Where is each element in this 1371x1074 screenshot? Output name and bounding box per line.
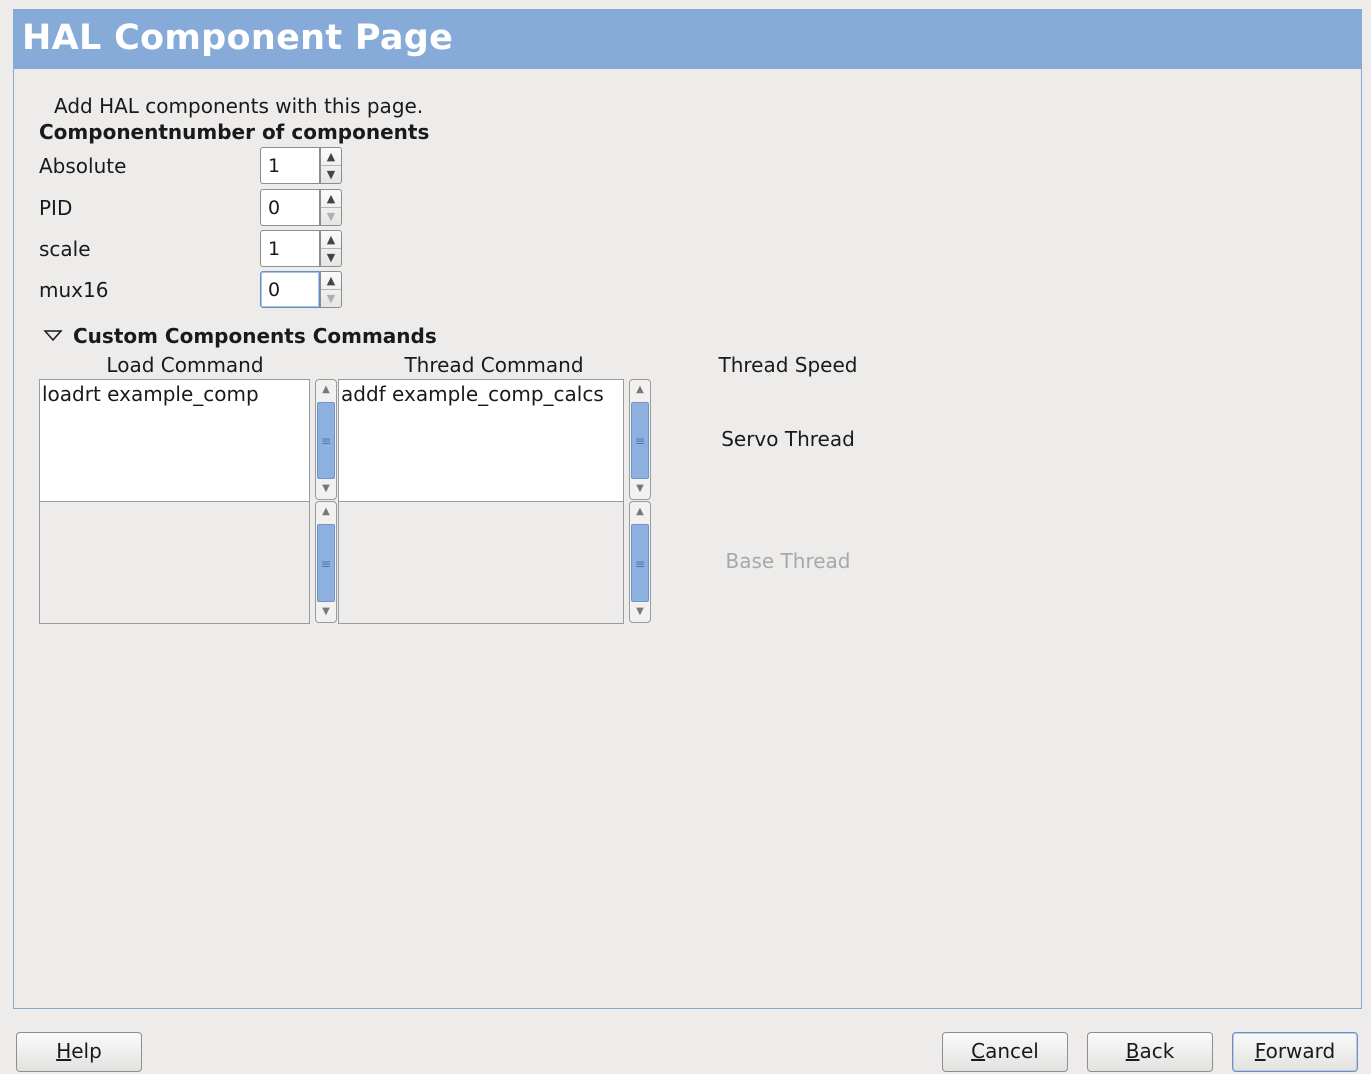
decrement-icon[interactable]: ▼ [321, 208, 341, 225]
scroll-down-icon: ▼ [636, 606, 644, 617]
thread-speed-header: Thread Speed [718, 353, 858, 377]
thread-command-header: Thread Command [404, 353, 584, 377]
scroll-up-icon[interactable]: ▲ [316, 380, 336, 400]
servo-thread-command-textview[interactable]: addf example_comp_calcs [338, 379, 624, 502]
scrollbar-thumb[interactable]: ≡ [317, 402, 335, 479]
scroll-up-icon: ▲ [636, 506, 644, 517]
increment-icon[interactable]: ▲ [321, 190, 341, 208]
back-button[interactable]: Back [1087, 1032, 1213, 1072]
cancel-button[interactable]: Cancel [942, 1032, 1068, 1072]
absolute-label: Absolute [39, 154, 127, 178]
help-button[interactable]: Help [16, 1032, 142, 1072]
absolute-count-field[interactable]: 1 [260, 147, 320, 184]
help-mnemonic: H [56, 1039, 72, 1063]
pid-label: PID [39, 196, 73, 220]
load-command-header: Load Command [106, 353, 264, 377]
expander-arrow-icon[interactable] [43, 326, 63, 346]
scroll-down-icon[interactable]: ▼ [630, 479, 650, 499]
back-mnemonic: B [1125, 1039, 1140, 1063]
servo-thread-label: Servo Thread [721, 427, 855, 451]
forward-mnemonic: F [1254, 1039, 1266, 1063]
base-thread-scrollbar: ▲ ≡ ▼ [629, 501, 651, 623]
decrement-icon[interactable]: ▼ [321, 290, 341, 307]
help-label: elp [71, 1039, 102, 1063]
components-column-header: Componentnumber of components [39, 120, 430, 144]
scale-label: scale [39, 237, 91, 261]
scale-count-field[interactable]: 1 [260, 230, 320, 267]
increment-icon[interactable]: ▲ [321, 272, 341, 290]
scroll-down-icon: ▼ [322, 606, 330, 617]
page-description: Add HAL components with this page. [54, 94, 424, 118]
pid-count-field[interactable]: 0 [260, 189, 320, 226]
scrollbar-thumb[interactable]: ≡ [631, 402, 649, 479]
scroll-down-icon[interactable]: ▼ [316, 479, 336, 499]
servo-load-scrollbar[interactable]: ▲ ≡ ▼ [315, 379, 337, 500]
mux16-spinbutton[interactable]: 0 ▲ ▼ [260, 271, 343, 310]
back-label: ack [1139, 1039, 1175, 1063]
custom-commands-expander[interactable]: Custom Components Commands [73, 324, 437, 348]
base-thread-label: Base Thread [725, 549, 851, 573]
base-thread-command-textview [338, 501, 624, 624]
forward-label: orward [1265, 1039, 1336, 1063]
mux16-label: mux16 [39, 278, 109, 302]
cancel-label: ancel [985, 1039, 1039, 1063]
absolute-spinbutton[interactable]: 1 ▲ ▼ [260, 147, 343, 186]
scrollbar-thumb: ≡ [317, 524, 335, 602]
scroll-up-icon: ▲ [322, 506, 330, 517]
servo-load-command-textview[interactable]: loadrt example_comp [39, 379, 310, 502]
base-load-scrollbar: ▲ ≡ ▼ [315, 501, 337, 623]
pid-spinbutton[interactable]: 0 ▲ ▼ [260, 189, 343, 228]
increment-icon[interactable]: ▲ [321, 148, 341, 166]
mux16-count-field[interactable]: 0 [260, 271, 320, 308]
decrement-icon[interactable]: ▼ [321, 249, 341, 266]
base-load-command-textview [39, 501, 310, 624]
scale-spinbutton[interactable]: 1 ▲ ▼ [260, 230, 343, 269]
scroll-up-icon[interactable]: ▲ [630, 380, 650, 400]
decrement-icon[interactable]: ▼ [321, 166, 341, 183]
scrollbar-thumb: ≡ [631, 524, 649, 602]
page-title: HAL Component Page [22, 18, 454, 58]
forward-button[interactable]: Forward [1232, 1032, 1358, 1072]
cancel-mnemonic: C [971, 1039, 986, 1063]
increment-icon[interactable]: ▲ [321, 231, 341, 249]
page-header: HAL Component Page [14, 10, 1361, 69]
servo-thread-scrollbar[interactable]: ▲ ≡ ▼ [629, 379, 651, 500]
